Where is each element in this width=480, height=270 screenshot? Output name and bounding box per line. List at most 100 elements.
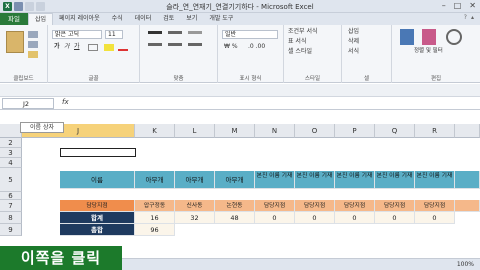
cell-k7[interactable]: 압구정동: [135, 200, 175, 212]
number-group: 일반 ₩ % .0 .00 표시 형식: [218, 25, 284, 83]
fill-color-icon[interactable]: [104, 44, 114, 51]
ribbon-minimize-icon[interactable]: ▴: [471, 14, 474, 21]
delete-cells-button[interactable]: 삭제: [348, 38, 359, 46]
help-icon[interactable]: ?: [464, 14, 467, 21]
row-header-3[interactable]: 3: [0, 148, 22, 158]
cell-p7[interactable]: 담당지점: [335, 200, 375, 212]
cell-o8[interactable]: 0: [295, 212, 335, 224]
name-box[interactable]: J2: [2, 98, 54, 109]
currency-button[interactable]: ₩ %: [224, 43, 238, 51]
sort-filter-button[interactable]: 정렬 및 필터: [414, 47, 443, 55]
row-header-4[interactable]: 4: [0, 158, 22, 168]
cell-r5[interactable]: 본진 이름 기재: [415, 171, 455, 189]
close-button[interactable]: ✕: [469, 1, 476, 10]
sort-filter-icon[interactable]: [422, 29, 436, 45]
styles-label: 스타일: [304, 76, 321, 82]
cell-j7[interactable]: 담당지점: [60, 200, 135, 212]
format-painter-icon[interactable]: [28, 51, 38, 58]
border-icon[interactable]: [88, 44, 98, 51]
cell-p5[interactable]: 본진 이름 기재: [335, 171, 375, 189]
conditional-format-button[interactable]: 조건부 서식: [288, 28, 318, 36]
font-size-select[interactable]: 11: [105, 30, 123, 39]
row-header-2[interactable]: 2: [0, 138, 22, 148]
column-header-m[interactable]: M: [215, 124, 255, 138]
zoom-level[interactable]: 100%: [457, 261, 474, 268]
copy-icon[interactable]: [28, 41, 38, 48]
cell-k8[interactable]: 16: [135, 212, 175, 224]
tab-page-layout[interactable]: 페이지 레이아웃: [53, 13, 106, 25]
editing-group: 정렬 및 필터 편집: [392, 25, 480, 83]
tab-developer[interactable]: 개발 도구: [203, 13, 239, 25]
tab-data[interactable]: 데이터: [129, 13, 158, 25]
cell-n7[interactable]: 담당지점: [255, 200, 295, 212]
row-header-6[interactable]: 6: [0, 192, 22, 200]
find-select-icon[interactable]: [446, 29, 462, 45]
cell-m7[interactable]: 논현동: [215, 200, 255, 212]
number-format-select[interactable]: 일반: [222, 30, 278, 39]
font-color-icon[interactable]: [118, 44, 128, 51]
format-cells-button[interactable]: 서식: [348, 48, 359, 56]
column-header-q[interactable]: Q: [375, 124, 415, 138]
cell-j9[interactable]: 총합: [60, 224, 135, 236]
autosum-icon[interactable]: [400, 29, 414, 45]
column-header-partial[interactable]: [455, 124, 480, 138]
cell-r7[interactable]: 담당지점: [415, 200, 455, 212]
cell-style-button[interactable]: 셀 스타일: [288, 48, 312, 56]
cell-n8[interactable]: 0: [255, 212, 295, 224]
font-name-select[interactable]: 맑은 고딕: [52, 30, 102, 39]
align-top-icon[interactable]: [148, 31, 162, 34]
column-header-p[interactable]: P: [335, 124, 375, 138]
cell-o7[interactable]: 담당지점: [295, 200, 335, 212]
paste-icon[interactable]: [6, 31, 24, 53]
column-header-n[interactable]: N: [255, 124, 295, 138]
table-format-button[interactable]: 표 서식: [288, 38, 306, 46]
cell-k9[interactable]: 96: [135, 224, 175, 236]
tab-insert[interactable]: 삽입: [28, 13, 54, 25]
row-header-8[interactable]: 8: [0, 212, 22, 224]
cell-l5[interactable]: 아무개: [175, 171, 215, 189]
row-header-9[interactable]: 9: [0, 224, 22, 236]
cell-j5[interactable]: 이름: [60, 171, 135, 189]
underline-button[interactable]: 가: [74, 43, 80, 51]
decimal-button[interactable]: .0 .00: [248, 43, 265, 51]
merge-center-icon[interactable]: [188, 43, 202, 46]
column-header-o[interactable]: O: [295, 124, 335, 138]
italic-button[interactable]: 가: [64, 43, 70, 51]
row-header-7[interactable]: 7: [0, 200, 22, 212]
cell-l7[interactable]: 신사동: [175, 200, 215, 212]
column-header-l[interactable]: L: [175, 124, 215, 138]
insert-cells-button[interactable]: 삽입: [348, 28, 359, 36]
cell-s5-partial[interactable]: [455, 171, 480, 189]
cell-k5[interactable]: 아무개: [135, 171, 175, 189]
tab-file[interactable]: 파일: [0, 13, 28, 25]
cell-m5[interactable]: 아무개: [215, 171, 255, 189]
cell-q8[interactable]: 0: [375, 212, 415, 224]
column-header-k[interactable]: K: [135, 124, 175, 138]
tab-formulas[interactable]: 수식: [106, 13, 129, 25]
restore-button[interactable]: □: [454, 1, 462, 10]
cell-n5[interactable]: 본진 이름 기재: [255, 171, 295, 189]
row-header-5[interactable]: 5: [0, 168, 22, 192]
cell-l8[interactable]: 32: [175, 212, 215, 224]
fx-icon[interactable]: fx: [62, 98, 69, 106]
tab-view[interactable]: 보기: [180, 13, 203, 25]
tab-review[interactable]: 검토: [157, 13, 180, 25]
bold-button[interactable]: 가: [54, 43, 60, 51]
wrap-text-icon[interactable]: [188, 31, 202, 34]
cell-r8[interactable]: 0: [415, 212, 455, 224]
align-left-icon[interactable]: [148, 43, 162, 46]
align-middle-icon[interactable]: [168, 31, 182, 34]
selected-cell-j2[interactable]: [60, 148, 136, 157]
cell-p8[interactable]: 0: [335, 212, 375, 224]
cell-q5[interactable]: 본진 이름 기재: [375, 171, 415, 189]
minimize-button[interactable]: –: [442, 1, 446, 10]
cut-icon[interactable]: [28, 31, 38, 38]
cell-j8[interactable]: 합계: [60, 212, 135, 224]
cell-o5[interactable]: 본진 이름 기재: [295, 171, 335, 189]
select-all-corner[interactable]: [0, 124, 22, 138]
cell-m8[interactable]: 48: [215, 212, 255, 224]
align-center-icon[interactable]: [168, 43, 182, 46]
column-header-r[interactable]: R: [415, 124, 455, 138]
cell-s7-partial[interactable]: [455, 200, 480, 212]
cell-q7[interactable]: 담당지점: [375, 200, 415, 212]
